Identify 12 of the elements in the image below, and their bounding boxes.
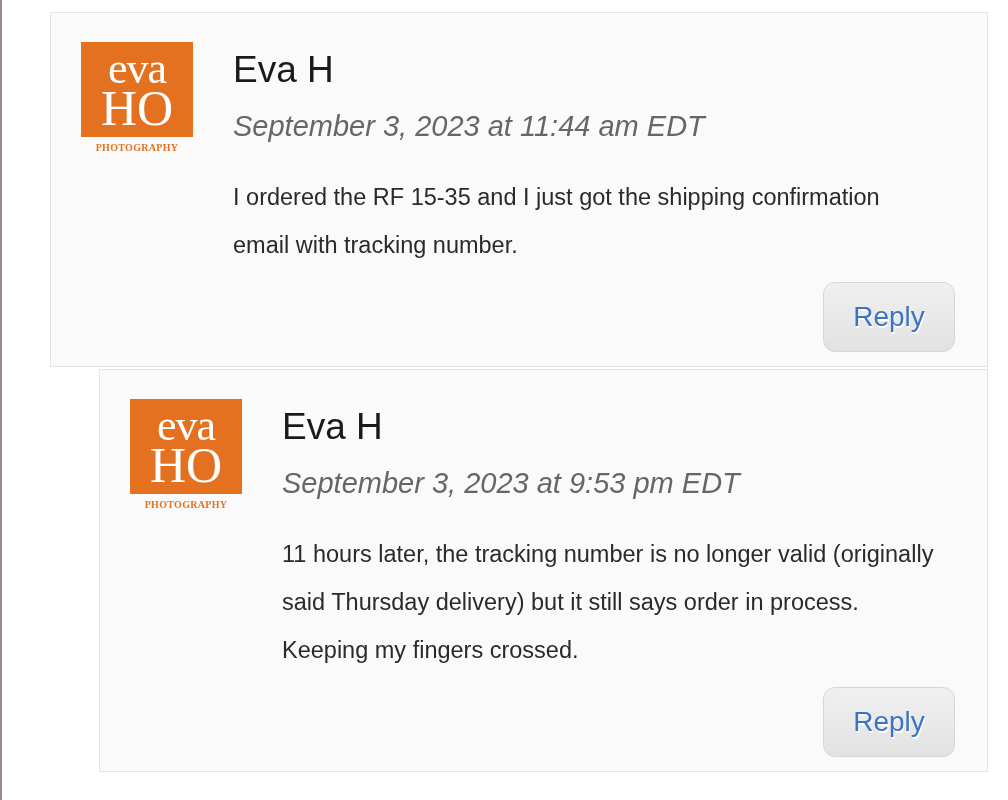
comment-author: Eva H xyxy=(282,405,384,449)
avatar-logo: eva HO xyxy=(130,399,242,494)
comment-date: September 3, 2023 at 11:44 am EDT xyxy=(233,109,708,144)
comment-text: I ordered the RF 15-35 and I just got the shipping confirmation email with tracking number. xyxy=(233,183,881,260)
avatar-logo: eva HO xyxy=(81,42,193,137)
comment-date: September 3, 2023 at 9:53 pm EDT xyxy=(282,466,743,501)
reply-button[interactable]: Reply xyxy=(823,282,955,352)
comment-author: Eva H xyxy=(233,48,335,92)
avatar-caption: PHOTOGRAPHY xyxy=(95,142,179,153)
comment-text: 11 hours later, the tracking number is no longer valid (originally said Thursday delivery) but it still says order in process. Keeping my fingers crossed. xyxy=(282,540,935,665)
reply-button[interactable]: Reply xyxy=(823,687,955,757)
avatar-caption: PHOTOGRAPHY xyxy=(144,499,228,510)
